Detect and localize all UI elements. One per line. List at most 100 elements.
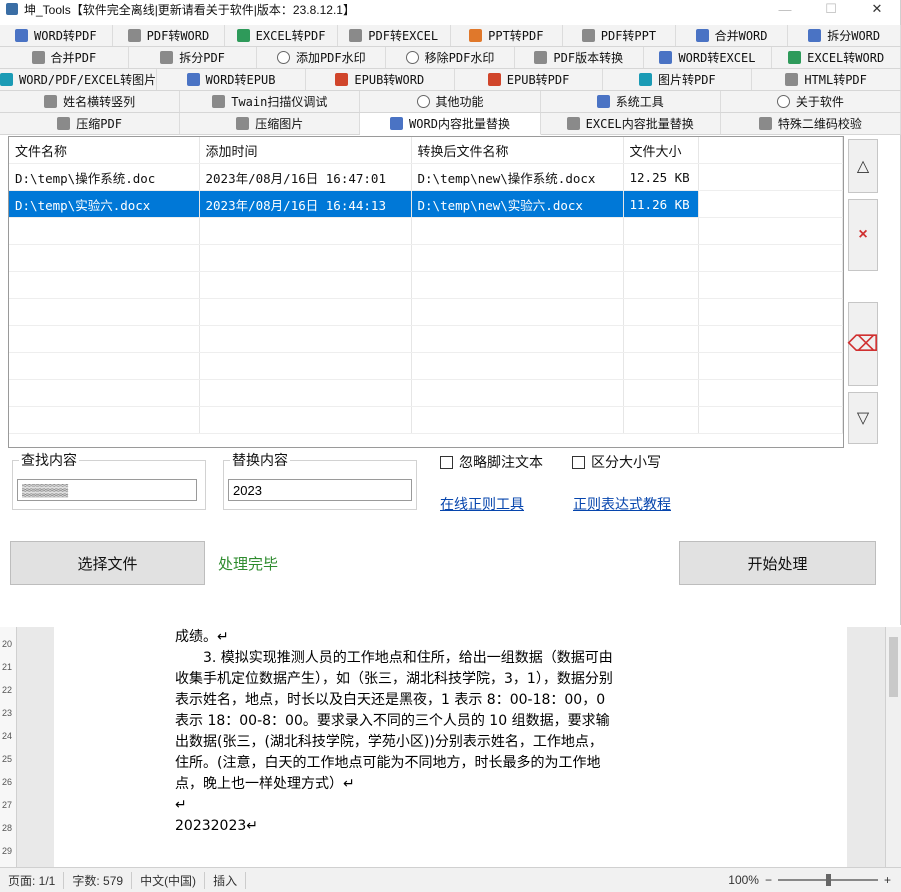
- page-count[interactable]: 页面: 1/1: [0, 871, 65, 889]
- checkbox-box[interactable]: [572, 455, 585, 469]
- tab-icon: [566, 117, 580, 130]
- col-header-filename[interactable]: 文件名称: [9, 137, 200, 164]
- tab-label: PDF转WORD: [146, 29, 210, 43]
- tab-row4-2[interactable]: 其他功能: [360, 91, 541, 112]
- match-case-checkbox[interactable]: 区分大小写: [572, 452, 661, 472]
- tab-label: EXCEL内容批量替换: [585, 117, 694, 131]
- replace-input[interactable]: [228, 479, 412, 501]
- tab-label: 姓名横转竖列: [63, 95, 136, 109]
- tab-row2-5[interactable]: WORD转EXCEL: [644, 47, 773, 68]
- clear-list-button[interactable]: ⌫: [847, 302, 879, 386]
- tab-row5-3[interactable]: EXCEL内容批量替换: [541, 113, 721, 134]
- tab-row2-2[interactable]: 添加PDF水印: [257, 47, 387, 68]
- move-down-button[interactable]: ▽: [848, 392, 878, 444]
- tab-row1-2[interactable]: EXCEL转PDF: [225, 25, 338, 46]
- col-header-blank: [698, 137, 843, 164]
- col-header-output-name[interactable]: 转换后文件名称: [411, 137, 624, 164]
- tab-row2-6[interactable]: EXCEL转WORD: [772, 47, 901, 68]
- tab-row3-3[interactable]: EPUB转PDF: [455, 69, 604, 90]
- tab-label: WORD内容批量替换: [409, 117, 510, 131]
- minimize-button[interactable]: —: [762, 2, 808, 17]
- zoom-slider[interactable]: [777, 874, 878, 886]
- tab-row3-2[interactable]: EPUB转WORD: [306, 69, 455, 90]
- table-row[interactable]: D:\temp\操作系统.doc 2023年/08月/16日 16:47:01 …: [9, 163, 843, 191]
- tab-row5-2[interactable]: WORD内容批量替换: [360, 113, 541, 135]
- tab-label: PPT转PDF: [488, 29, 544, 43]
- tab-row1-1[interactable]: PDF转WORD: [113, 25, 226, 46]
- tab-label: EPUB转WORD: [354, 73, 425, 87]
- tab-row2-3[interactable]: 移除PDF水印: [386, 47, 515, 68]
- ruler-mark: 27: [2, 800, 13, 810]
- document-body[interactable]: 成绩。↵ 3. 模拟实现推测人员的工作地点和住所，给出一组数据（数据可由收集手机…: [175, 627, 615, 837]
- word-count[interactable]: 字数: 579: [64, 871, 133, 889]
- empty-row: [9, 271, 843, 299]
- tab-icon: [160, 51, 174, 64]
- tab-row4-3[interactable]: 系统工具: [541, 91, 721, 112]
- tab-row3-0[interactable]: WORD/PDF/EXCEL转图片: [0, 69, 158, 90]
- tab-label: EXCEL转PDF: [255, 29, 326, 43]
- find-input[interactable]: [17, 479, 197, 501]
- doc-line: 20232023↵: [175, 818, 258, 834]
- insert-mode[interactable]: 插入: [205, 871, 247, 889]
- word-window: 2021222324252627282930 成绩。↵ 3. 模拟实现推测人员的…: [0, 627, 901, 892]
- tab-label: 其他功能: [435, 95, 484, 109]
- tab-row1-6[interactable]: 合并WORD: [676, 25, 789, 46]
- language-indicator[interactable]: 中文(中国): [132, 871, 206, 889]
- empty-row: [9, 298, 843, 326]
- delete-button[interactable]: ×: [848, 199, 878, 271]
- tab-icon: [236, 29, 250, 42]
- regex-tool-link[interactable]: 在线正则工具: [440, 494, 524, 514]
- doc-line: ↵: [175, 797, 187, 813]
- tab-row4-0[interactable]: 姓名横转竖列: [0, 91, 181, 112]
- zoom-in-button[interactable]: +: [884, 873, 891, 887]
- zoom-slider-knob[interactable]: [825, 874, 831, 886]
- tab-row3-1[interactable]: WORD转EPUB: [157, 69, 306, 90]
- tab-row4-4[interactable]: 关于软件: [721, 91, 901, 112]
- file-table: 文件名称 添加时间 转换后文件名称 文件大小 D:\temp\操作系统.doc …: [9, 137, 843, 434]
- tab-icon: [335, 73, 349, 86]
- close-button[interactable]: ✕: [854, 1, 900, 17]
- col-header-size[interactable]: 文件大小: [623, 137, 699, 164]
- maximize-button[interactable]: ☐: [808, 1, 854, 17]
- zoom-level[interactable]: 100%: [728, 873, 759, 887]
- ruler-mark: 20: [2, 639, 13, 649]
- tab-row1-5[interactable]: PDF转PPT: [563, 25, 676, 46]
- select-file-button[interactable]: 选择文件: [10, 541, 205, 585]
- tab-row3-4[interactable]: 图片转PDF: [603, 69, 753, 90]
- tab-row1-4[interactable]: PPT转PDF: [451, 25, 564, 46]
- tab-row2-0[interactable]: 合并PDF: [0, 47, 129, 68]
- tab-row-5: 压缩PDF 压缩图片 WORD内容批量替换 EXCEL内容批量替换 特殊二维码校验: [0, 113, 901, 135]
- document-page[interactable]: 成绩。↵ 3. 模拟实现推测人员的工作地点和住所，给出一组数据（数据可由收集手机…: [54, 627, 847, 867]
- status-text: 处理完毕: [218, 556, 279, 573]
- tab-row5-1[interactable]: 压缩图片: [180, 113, 361, 134]
- tab-row1-7[interactable]: 拆分WORD: [788, 25, 901, 46]
- tab-label: WORD转PDF: [34, 29, 97, 43]
- tab-row2-1[interactable]: 拆分PDF: [129, 47, 258, 68]
- file-list-panel[interactable]: 文件名称 添加时间 转换后文件名称 文件大小 D:\temp\操作系统.doc …: [8, 136, 844, 448]
- find-label: 查找内容: [19, 450, 79, 470]
- tab-row4-1[interactable]: Twain扫描仪调试: [180, 91, 361, 112]
- table-row-selected[interactable]: D:\temp\实验六.docx 2023年/08月/16日 16:44:13 …: [9, 190, 843, 218]
- scrollbar-thumb[interactable]: [889, 637, 898, 697]
- tab-row1-3[interactable]: PDF转EXCEL: [338, 25, 451, 46]
- tab-row1-0[interactable]: WORD转PDF: [0, 25, 113, 46]
- tab-row5-4[interactable]: 特殊二维码校验: [721, 113, 901, 134]
- vertical-scrollbar[interactable]: [885, 627, 901, 867]
- regex-tutorial-link[interactable]: 正则表达式教程: [573, 494, 671, 514]
- start-processing-button[interactable]: 开始处理: [679, 541, 876, 585]
- title-bar: 坤_Tools【软件完全离线|更新请看关于软件|版本：23.8.12.1】 — …: [0, 0, 900, 18]
- empty-row: [9, 325, 843, 353]
- move-up-button[interactable]: △: [848, 139, 878, 193]
- checkbox-box[interactable]: [440, 455, 453, 469]
- tab-row5-0[interactable]: 压缩PDF: [0, 113, 181, 134]
- zoom-out-button[interactable]: −: [765, 873, 772, 887]
- empty-row: [9, 352, 843, 380]
- col-header-added-time[interactable]: 添加时间: [199, 137, 412, 164]
- tab-icon: [57, 117, 71, 130]
- tab-row3-5[interactable]: HTML转PDF: [752, 69, 901, 90]
- tab-label: 添加PDF水印: [295, 51, 366, 65]
- tab-row2-4[interactable]: PDF版本转换: [515, 47, 644, 68]
- ignore-footnote-checkbox[interactable]: 忽略脚注文本: [440, 452, 543, 472]
- tab-label: 图片转PDF: [657, 73, 716, 87]
- tab-label: EXCEL转WORD: [807, 51, 885, 65]
